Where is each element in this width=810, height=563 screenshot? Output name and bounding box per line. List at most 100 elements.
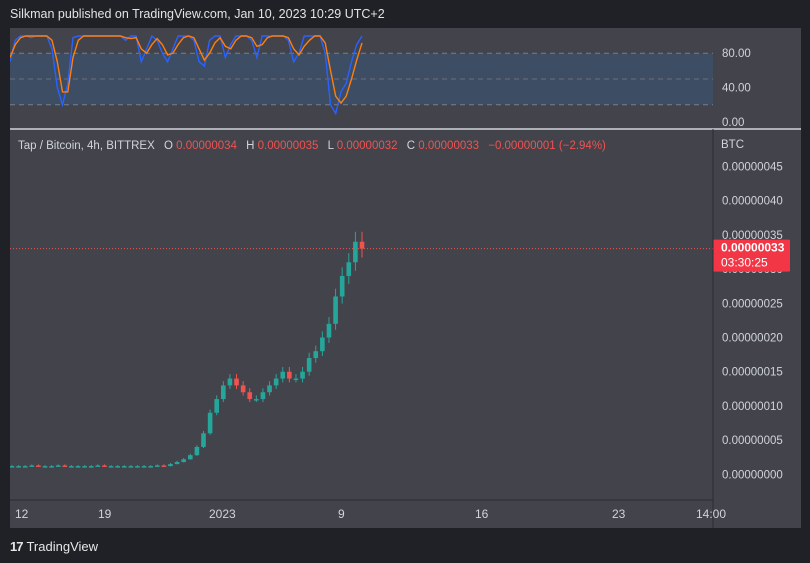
legend-open-value: 0.00000034 <box>176 140 237 152</box>
candle-body <box>82 466 87 468</box>
candle-body <box>187 455 193 460</box>
time-tick-label: 19 <box>98 507 112 521</box>
candle-body <box>88 466 94 468</box>
chart-svg[interactable]: 80.00 40.00 0.00 Tap / Bitcoin, 4h, BITTRE… <box>9 28 801 528</box>
candle-body <box>247 392 253 400</box>
candle-body <box>55 465 61 467</box>
time-tick-label: 14:00 <box>696 507 726 521</box>
time-tick-label: 12 <box>15 507 29 521</box>
publish-info: Silkman published on TradingView.com, Ja… <box>0 0 810 28</box>
candle-body <box>339 275 345 297</box>
candle-body <box>221 385 226 400</box>
candle-body <box>293 378 299 381</box>
candle-body <box>359 241 365 249</box>
candle-body <box>161 465 167 467</box>
price-pane[interactable]: Tap / Bitcoin, 4h, BITTREX O 0.00000034 … <box>9 139 790 482</box>
time-tick-label: 9 <box>338 507 345 521</box>
publish-line: Silkman published on TradingView.com, Ja… <box>10 7 385 21</box>
candle-body <box>306 358 312 372</box>
candle-body <box>207 412 213 434</box>
candle-body <box>201 433 206 447</box>
bar-countdown: 03:30:25 <box>721 256 768 270</box>
candle-body <box>353 241 358 263</box>
brand-name[interactable]: TradingView <box>26 539 98 554</box>
candle-body <box>49 466 54 468</box>
last-price-value: 0.00000033 <box>721 241 785 255</box>
price-tick-label: 0.00000025 <box>722 298 783 310</box>
legend-high-label: H <box>246 140 254 152</box>
price-tick-label: 0.00000045 <box>722 162 783 174</box>
candle-body <box>95 465 101 467</box>
last-price-label[interactable]: 0.00000033 03:30:25 <box>713 239 790 272</box>
candle-body <box>141 466 147 468</box>
oscillator-pane[interactable]: 80.00 40.00 0.00 <box>9 28 751 129</box>
oscillator-axis-ticks: 80.00 40.00 0.00 <box>722 48 751 129</box>
candle-body <box>135 466 140 468</box>
candle-body <box>36 465 41 467</box>
candle-body <box>62 465 68 467</box>
legend-high-value: 0.00000035 <box>258 140 319 152</box>
candle-body <box>214 399 220 413</box>
legend-low-value: 0.00000032 <box>337 140 398 152</box>
candle-body <box>29 465 35 467</box>
candles-group <box>9 231 365 468</box>
time-tick-label: 16 <box>475 507 489 521</box>
legend-change: −0.00000001 (−2.94%) <box>488 140 606 152</box>
candle-body <box>326 323 332 338</box>
oscillator-tick-label: 80.00 <box>722 48 751 60</box>
candle-body <box>22 466 28 468</box>
chart-frame[interactable]: 80.00 40.00 0.00 Tap / Bitcoin, 4h, BITTRE… <box>9 28 801 528</box>
candle-body <box>280 371 286 379</box>
time-tick-label: 2023 <box>209 507 236 521</box>
candle-body <box>75 466 81 468</box>
candle-body <box>108 466 114 468</box>
oscillator-tick-label: 0.00 <box>722 117 744 129</box>
price-tick-label: 0.00000005 <box>722 435 783 447</box>
price-tick-label: 0.00000000 <box>722 469 783 481</box>
candle-body <box>300 371 305 379</box>
time-axis[interactable]: 12 19 2023 9 16 23 14:00 <box>15 507 726 521</box>
candle-body <box>194 446 200 456</box>
candle-body <box>154 465 160 467</box>
price-tick-label: 0.00000040 <box>722 196 783 208</box>
candle-body <box>313 351 319 359</box>
candle-body <box>320 337 325 352</box>
candle-body <box>287 371 292 379</box>
candle-body <box>227 378 233 386</box>
price-axis-currency: BTC <box>721 139 744 151</box>
candle-body <box>9 466 15 468</box>
candle-body <box>333 296 338 324</box>
candle-body <box>254 399 259 401</box>
candle-body <box>273 378 279 386</box>
candle-body <box>240 385 246 393</box>
legend: Tap / Bitcoin, 4h, BITTREX O 0.00000034 … <box>18 140 606 152</box>
candle-body <box>121 466 127 468</box>
candle-body <box>102 465 107 467</box>
candle-body <box>174 462 180 465</box>
candle-body <box>267 385 272 393</box>
candle-body <box>69 466 74 468</box>
legend-close-label: C <box>407 140 415 152</box>
legend-symbol: Tap / Bitcoin, 4h, BITTREX <box>18 140 155 152</box>
price-tick-label: 0.00000010 <box>722 401 783 413</box>
candle-body <box>128 466 134 468</box>
time-tick-label: 23 <box>612 507 626 521</box>
legend-open-label: O <box>164 140 173 152</box>
candle-body <box>346 262 352 276</box>
price-tick-label: 0.00000015 <box>722 367 783 379</box>
price-tick-label: 0.00000020 <box>722 333 783 345</box>
tradingview-logo-icon[interactable]: 17 <box>10 539 24 554</box>
price-axis-ticks: 0.000000450.000000400.000000350.00000030… <box>722 162 783 482</box>
candle-body <box>234 378 239 386</box>
candle-body <box>148 466 153 468</box>
candle-body <box>168 464 173 467</box>
footer: 17 TradingView <box>10 536 98 556</box>
candle-body <box>181 459 187 463</box>
legend-low-label: L <box>328 140 335 152</box>
candle-body <box>115 466 120 468</box>
oscillator-tick-label: 40.00 <box>722 83 751 95</box>
candle-body <box>260 392 266 400</box>
candle-body <box>16 466 21 468</box>
legend-close-value: 0.00000033 <box>418 140 479 152</box>
candle-body <box>42 466 48 468</box>
